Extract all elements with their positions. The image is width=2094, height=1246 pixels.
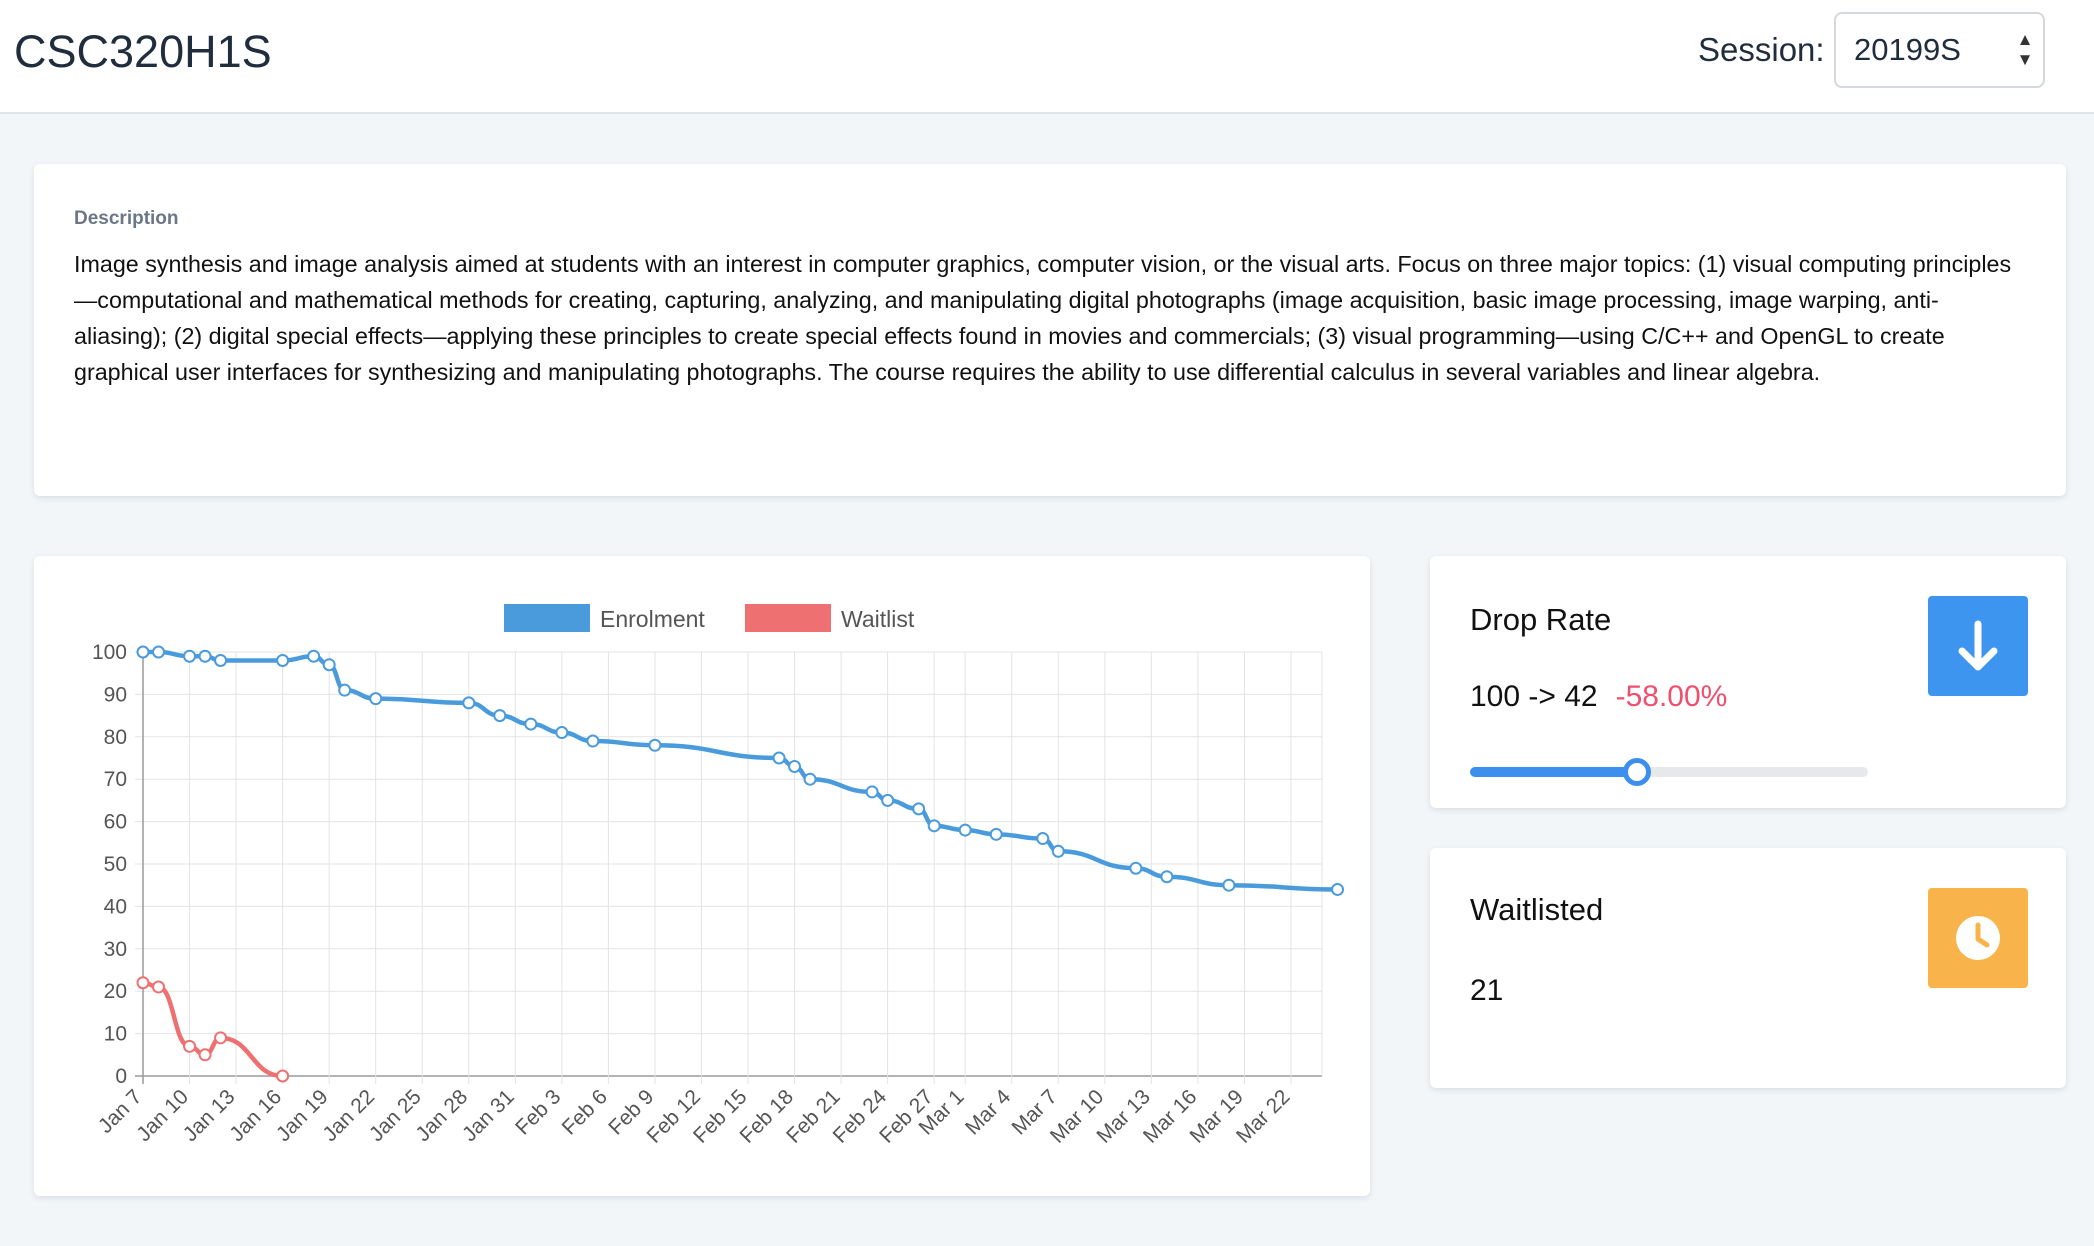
drop-rate-title: Drop Rate [1470, 602, 1612, 637]
data-point-enrolment [524, 717, 538, 731]
waitlisted-icon-box [1928, 888, 2028, 988]
x-tick-label: Feb 3 [511, 1085, 565, 1139]
x-tick-label: Jan 13 [179, 1085, 240, 1146]
y-tick-label: 20 [104, 980, 127, 1003]
data-point-waitlist [276, 1069, 290, 1083]
y-tick-label: 80 [104, 726, 127, 749]
drop-rate-slider[interactable] [1470, 756, 1868, 786]
data-point-enrolment [276, 653, 290, 667]
description-heading: Description [74, 208, 179, 229]
data-point-enrolment [1036, 832, 1050, 846]
data-point-enrolment [1129, 861, 1143, 875]
data-point-enrolment [648, 738, 662, 752]
y-tick-label: 60 [104, 811, 127, 834]
drop-rate-icon-box [1928, 596, 2028, 696]
data-point-enrolment [1222, 878, 1236, 892]
data-point-enrolment [307, 649, 321, 663]
data-point-enrolment [803, 772, 817, 786]
data-point-enrolment [136, 645, 150, 659]
arrow-down-icon [1958, 620, 1998, 671]
data-point-enrolment [322, 658, 336, 672]
x-tick-label: Feb 6 [558, 1085, 612, 1139]
waitlisted-card: Waitlisted 21 [1430, 848, 2066, 1088]
data-point-waitlist [183, 1039, 197, 1053]
y-tick-label: 40 [104, 895, 127, 918]
drop-rate-card: Drop Rate 100 -> 42 -58.00% [1430, 556, 2066, 808]
y-tick-label: 30 [104, 938, 127, 961]
legend-label-enrolment: Enrolment [600, 606, 705, 632]
data-point-enrolment [1160, 870, 1174, 884]
session-label: Session: [1698, 31, 1825, 68]
x-tick-label: Jan 19 [272, 1085, 333, 1146]
x-tick-label: Jan 16 [225, 1085, 286, 1146]
data-point-enrolment [152, 645, 166, 659]
slider-thumb[interactable] [1623, 758, 1652, 786]
y-tick-label: 100 [92, 641, 127, 664]
y-tick-label: 90 [104, 683, 127, 706]
x-tick-label: Jan 28 [411, 1085, 472, 1146]
enrolment-line-chart: 0102030405060708090100Jan 7Jan 10Jan 13J… [92, 604, 1345, 1148]
data-point-waitlist [136, 976, 150, 990]
data-point-enrolment [183, 649, 197, 663]
data-point-enrolment [989, 827, 1003, 841]
data-point-waitlist [214, 1031, 228, 1045]
x-tick-label: Jan 10 [132, 1085, 193, 1146]
x-tick-label: Jan 25 [365, 1085, 426, 1146]
data-point-enrolment [881, 793, 895, 807]
waitlisted-title: Waitlisted [1470, 892, 1604, 927]
waitlisted-count: 21 [1470, 974, 1504, 1007]
data-point-enrolment [198, 649, 212, 663]
data-point-enrolment [1051, 844, 1065, 858]
course-title: CSC320H1S [14, 26, 272, 77]
drop-rate-values: 100 -> 42 -58.00% [1470, 680, 1727, 714]
select-arrows-icon: ▲ ▼ [2016, 30, 2034, 69]
data-point-enrolment [1331, 882, 1345, 896]
data-point-enrolment [493, 709, 507, 723]
data-point-enrolment [788, 759, 802, 773]
data-point-enrolment [927, 819, 941, 833]
data-point-enrolment [369, 692, 383, 706]
top-bar: CSC320H1S Session: 20199S ▲ ▼ [0, 0, 2094, 114]
data-point-enrolment [214, 653, 228, 667]
data-point-enrolment [338, 683, 352, 697]
y-tick-label: 70 [104, 768, 127, 791]
drop-rate-counts: 100 -> 42 [1470, 680, 1598, 713]
data-point-waitlist [198, 1048, 212, 1062]
data-point-enrolment [958, 823, 972, 837]
data-point-enrolment [865, 785, 879, 799]
y-tick-label: 10 [104, 1023, 127, 1046]
session-select[interactable]: 20199S ▲ ▼ [1834, 12, 2045, 88]
x-tick-label: Jan 22 [318, 1085, 379, 1146]
enrolment-chart-card: 0 10 20 30 40 50 60 70 80 90 100 Jan 7 Jan 10 Jan 13 J… [34, 556, 1370, 1196]
series-line-enrolment [142, 649, 1338, 892]
slider-fill [1470, 767, 1638, 777]
legend-swatch-enrolment [504, 604, 590, 632]
description-card: Description Image synthesis and image an… [34, 164, 2066, 496]
session-selected-value: 20199S [1854, 32, 1961, 67]
series-line-waitlist [142, 980, 283, 1079]
data-point-enrolment [912, 802, 926, 816]
data-point-waitlist [152, 980, 166, 994]
y-tick-label: 50 [104, 853, 127, 876]
drop-rate-change: -58.00% [1615, 680, 1728, 713]
data-point-enrolment [772, 751, 786, 765]
data-point-enrolment [555, 726, 569, 740]
legend-swatch-waitlist [745, 604, 831, 632]
legend-label-waitlist: Waitlist [841, 606, 915, 632]
x-tick-label: Jan 31 [458, 1085, 519, 1146]
clock-icon [1956, 916, 2000, 960]
y-tick-label: 0 [115, 1065, 127, 1088]
description-text: Image synthesis and image analysis aimed… [74, 251, 2012, 385]
x-tick-label: Mar 4 [961, 1085, 1015, 1139]
data-point-enrolment [586, 734, 600, 748]
data-point-enrolment [462, 696, 476, 710]
x-tick-label: Mar 22 [1232, 1085, 1294, 1147]
